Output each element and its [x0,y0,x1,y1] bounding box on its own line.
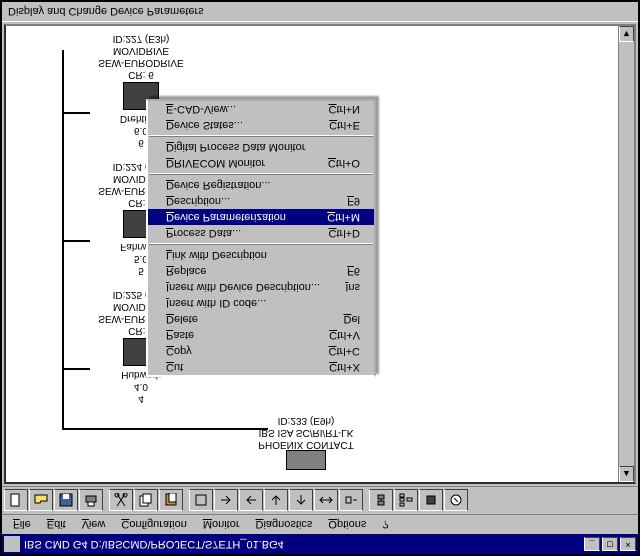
tb-save[interactable] [54,490,78,512]
tb-new[interactable] [4,490,28,512]
menu-item-accel: Ctrl+V [329,329,360,341]
menu-item-label: Device Parameterization [166,211,286,223]
menu-item-label: E-CAD-View... [166,103,236,115]
menu-item-label: Copy [166,345,192,357]
menu-configuration[interactable]: Configuration [114,517,193,533]
menu-item[interactable]: Device Parameterization Ctrl+M [148,209,374,225]
menu-item[interactable]: Process Data... Ctrl+D [148,225,374,241]
menu-item[interactable]: Replace F6 [148,263,374,279]
menu-item[interactable]: Paste Ctrl+V [148,327,374,343]
app-window: IBS CMD G4 D:\IBSCMD\PROJECT\S7ETH_01.BG… [0,0,640,556]
context-menu: Cut Ctrl+X Copy Ctrl+C Paste Ctrl+V Delete Del I… [146,99,376,377]
minimize-button[interactable]: _ [584,537,600,551]
menu-item-accel: Del [343,313,360,325]
menu-item-label: Link with Description [166,249,267,261]
ctrl-l3: ID:233 (E9h) [226,414,386,426]
menu-separator [149,135,373,137]
menu-item-label: Process Data... [166,227,241,239]
tb-arrow3[interactable] [264,490,288,512]
status-text: Display and Change Device Parameters [8,6,204,18]
menu-item-label: Device Registration... [166,179,271,191]
close-button[interactable]: × [620,537,636,551]
tb-a[interactable] [189,490,213,512]
menu-item-label: Replace [166,265,206,277]
menu-separator [149,173,373,175]
menu-item[interactable]: Digital Process Data Monitor [148,139,374,155]
tb-open[interactable] [29,490,53,512]
menu-item-label: Delete [166,313,198,325]
tb-paste[interactable] [159,490,183,512]
menu-file[interactable]: File [6,517,38,533]
toolbar [2,486,638,514]
menu-item[interactable]: Insert with Device Description... Ins [148,279,374,295]
menu-item-label: Insert with Device Description... [166,281,320,293]
menu-monitor[interactable]: Monitor [196,517,247,533]
menu-help[interactable]: ? [375,517,395,533]
menu-item-accel: Ctrl+D [329,227,360,239]
menu-item-label: Paste [166,329,194,341]
menu-item[interactable]: DRIVECOM Monitor Ctrl+O [148,155,374,171]
menu-item-accel: Ctrl+N [329,103,360,115]
menu-item-accel: Ctrl+E [329,119,360,131]
menu-item-accel: Ins [345,281,360,293]
menu-item-accel: Ctrl+O [328,157,360,169]
menu-separator [149,243,373,245]
menu-item-accel: Ctrl+C [329,345,360,357]
scroll-up-icon[interactable]: ▲ [619,466,634,482]
ctrl-l2: IBS ISA SC/RI/RT-LK [226,426,386,438]
menu-item-label: DRIVECOM Monitor [166,157,265,169]
menu-item[interactable]: Description... F9 [148,193,374,209]
titlebar: IBS CMD G4 D:\IBSCMD\PROJECT\S7ETH_01.BG… [2,534,638,554]
tb-connect[interactable] [369,490,393,512]
ctrl-l1: PHOENIX CONTACT [226,438,386,450]
menu-item-label: Digital Process Data Monitor [166,141,305,153]
tb-arrdbl[interactable] [314,490,338,512]
menu-item[interactable]: E-CAD-View... Ctrl+N [148,101,374,117]
tb-chip[interactable] [419,490,443,512]
tb-print[interactable] [79,490,103,512]
tb-info[interactable] [444,490,468,512]
maximize-button[interactable]: □ [602,537,618,551]
menu-item-label: Device States... [166,119,243,131]
tb-arrow2[interactable] [239,490,263,512]
scrollbar-vertical[interactable]: ▲ ▼ [618,26,634,482]
menu-item-accel: F6 [347,265,360,277]
menu-item-label: Cut [166,361,183,373]
menu-item-label: Description... [166,195,230,207]
tb-arrowout[interactable] [339,490,363,512]
menubar: File Edit View Configuration Monitor Dia… [2,514,638,534]
bus-canvas[interactable]: PHOENIX CONTACT IBS ISA SC/RI/RT-LK ID:2… [6,26,634,482]
menu-item[interactable]: Device Registration... [148,177,374,193]
menu-item[interactable]: Copy Ctrl+C [148,343,374,359]
client-area: PHOENIX CONTACT IBS ISA SC/RI/RT-LK ID:2… [4,24,636,484]
menu-item-accel: F9 [347,195,360,207]
tb-cut[interactable] [109,490,133,512]
menu-view[interactable]: View [75,517,113,533]
menu-options[interactable]: Options [321,517,373,533]
menu-item[interactable]: Insert with ID code... [148,295,374,311]
app-icon [4,536,20,552]
menu-item[interactable]: Device States... Ctrl+E [148,117,374,133]
menu-item-accel: Ctrl+M [327,211,360,223]
controller-node[interactable]: PHOENIX CONTACT IBS ISA SC/RI/RT-LK ID:2… [226,414,386,470]
menu-item[interactable]: Link with Description [148,247,374,263]
menu-item-accel: Ctrl+X [329,361,360,373]
tb-arrow1[interactable] [214,490,238,512]
statusbar: Display and Change Device Parameters [2,2,638,22]
tb-tree[interactable] [394,490,418,512]
window-title: IBS CMD G4 D:\IBSCMD\PROJECT\S7ETH_01.BG… [24,538,284,550]
tb-arrow4[interactable] [289,490,313,512]
menu-item-label: Insert with ID code... [166,297,266,309]
menu-item[interactable]: Cut Ctrl+X [148,359,374,375]
menu-item[interactable]: Delete Del [148,311,374,327]
tb-copy[interactable] [134,490,158,512]
menu-diagnostics[interactable]: Diagnostics [249,517,320,533]
scroll-down-icon[interactable]: ▼ [619,26,634,42]
menu-edit[interactable]: Edit [40,517,73,533]
